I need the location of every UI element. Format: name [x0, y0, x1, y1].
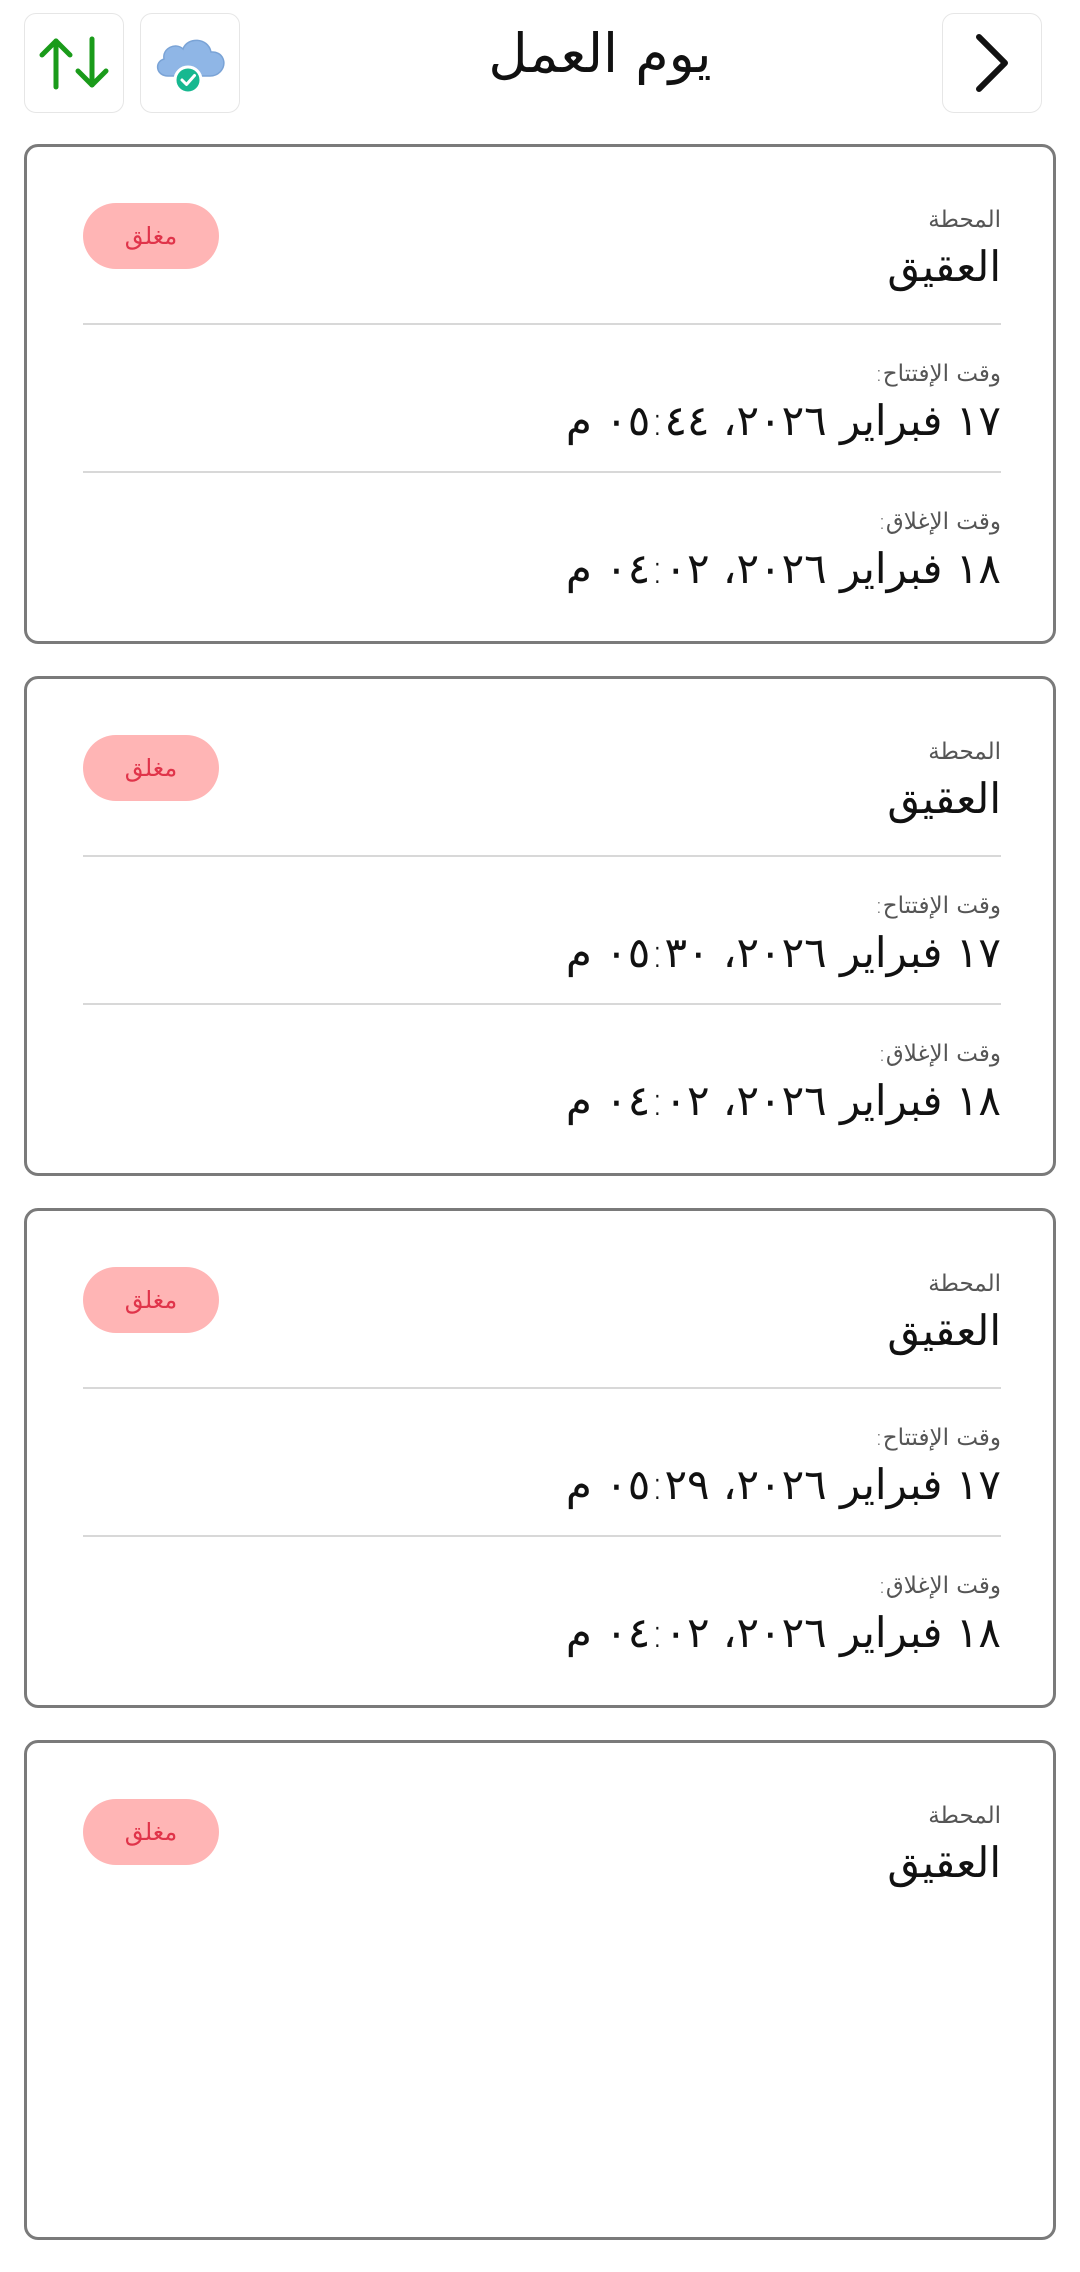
shift-card[interactable]: مغلق المحطة العقيق وقت الإفتتاح: ١٧ فبرا… [24, 1208, 1056, 1708]
up-down-arrows-icon [39, 36, 109, 90]
open-time-value: ١٧ فبراير ٢٠٢٦، ٠٥:٤٤ م [565, 396, 1001, 445]
close-time-value: ١٨ فبراير ٢٠٢٦، ٠٤:٠٢ م [565, 1076, 1001, 1125]
station-section: المحطة العقيق [83, 737, 1001, 855]
close-time-label: وقت الإغلاق: [878, 509, 1001, 535]
station-label: المحطة [928, 207, 1001, 233]
station-value: العقيق [887, 1838, 1001, 1887]
station-value: العقيق [887, 774, 1001, 823]
shift-card[interactable]: مغلق المحطة العقيق وقت الإفتتاح: ١٧ فبرا… [24, 676, 1056, 1176]
close-time-section: وقت الإغلاق: ١٨ فبراير ٢٠٢٦، ٠٤:٠٢ م [83, 1535, 1001, 1685]
close-time-value: ١٨ فبراير ٢٠٢٦، ٠٤:٠٢ م [565, 1608, 1001, 1657]
open-time-value: ١٧ فبراير ٢٠٢٦، ٠٥:٣٠ م [565, 928, 1001, 977]
open-time-section: وقت الإفتتاح: ١٧ فبراير ٢٠٢٦، ٠٥:٢٩ م [83, 1387, 1001, 1537]
station-section: المحطة العقيق [83, 1269, 1001, 1387]
open-time-value: ١٧ فبراير ٢٠٢٦، ٠٥:٢٩ م [565, 1460, 1001, 1509]
chevron-right-icon [976, 34, 1008, 92]
station-label: المحطة [928, 739, 1001, 765]
shift-card[interactable]: مغلق المحطة العقيق وقت الإفتتاح: ١٧ فبرا… [24, 144, 1056, 644]
station-value: العقيق [887, 1306, 1001, 1355]
page-title: يوم العمل [488, 22, 712, 85]
close-time-section: وقت الإغلاق: ١٨ فبراير ٢٠٢٦، ٠٤:٠٢ م [83, 471, 1001, 621]
shift-card[interactable]: مغلق المحطة العقيق [24, 1740, 1056, 2240]
station-section: المحطة العقيق [83, 1801, 1001, 1919]
app-header: يوم العمل [0, 0, 1080, 130]
open-time-label: وقت الإفتتاح: [875, 361, 1001, 387]
open-time-label: وقت الإفتتاح: [875, 1425, 1001, 1451]
station-label: المحطة [928, 1271, 1001, 1297]
close-time-label: وقت الإغلاق: [878, 1041, 1001, 1067]
sync-button[interactable] [24, 13, 124, 113]
cloud-check-icon [156, 39, 225, 95]
open-time-section: وقت الإفتتاح: ١٧ فبراير ٢٠٢٦، ٠٥:٣٠ م [83, 855, 1001, 1005]
station-label: المحطة [928, 1803, 1001, 1829]
close-time-label: وقت الإغلاق: [878, 1573, 1001, 1599]
cloud-sync-status-button[interactable] [140, 13, 240, 113]
station-value: العقيق [887, 242, 1001, 291]
shift-list: مغلق المحطة العقيق وقت الإفتتاح: ١٧ فبرا… [24, 144, 1056, 2272]
open-time-label: وقت الإفتتاح: [875, 893, 1001, 919]
close-time-value: ١٨ فبراير ٢٠٢٦، ٠٤:٠٢ م [565, 544, 1001, 593]
forward-button[interactable] [942, 13, 1042, 113]
open-time-section: وقت الإفتتاح: ١٧ فبراير ٢٠٢٦، ٠٥:٤٤ م [83, 323, 1001, 473]
station-section: المحطة العقيق [83, 205, 1001, 323]
close-time-section: وقت الإغلاق: ١٨ فبراير ٢٠٢٦، ٠٤:٠٢ م [83, 1003, 1001, 1153]
